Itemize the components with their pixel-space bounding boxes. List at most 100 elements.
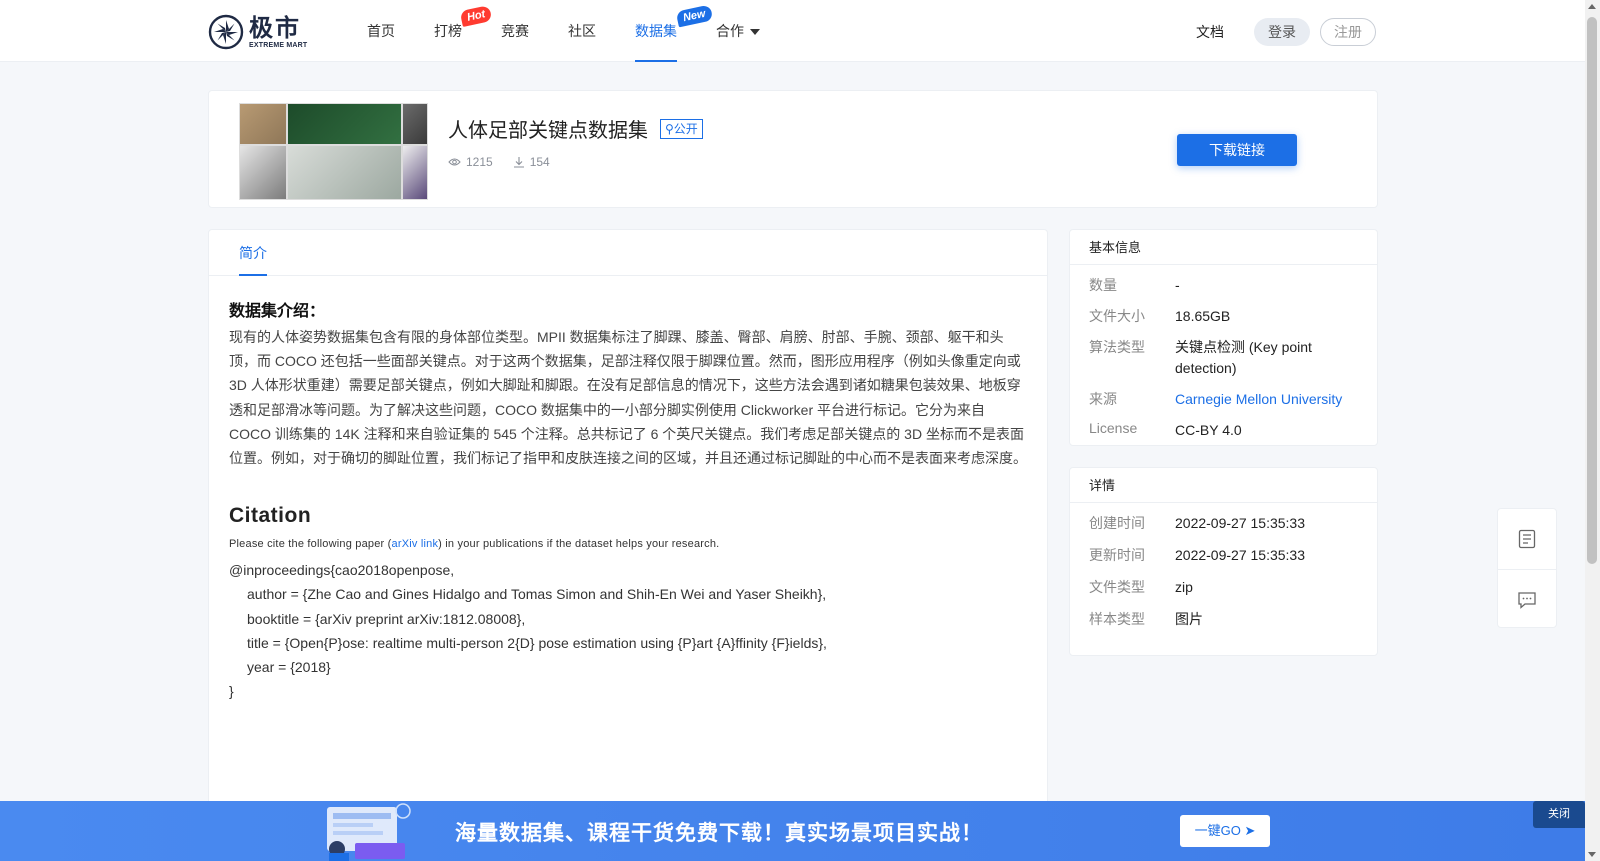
banner-text: 海量数据集、课程干货免费下载！真实场景项目实战！ [455,822,983,845]
chevron-down-icon [750,29,760,36]
thumbnail-tile [287,145,402,200]
promo-banner: 海量数据集、课程干货免费下载！真实场景项目实战！ 一键GO ➤ 关闭 [0,801,1585,861]
arrow-circle-icon: ➤ [1244,823,1256,838]
dataset-stats: 1215 154 [448,155,570,169]
info-row: 文件类型 zip [1089,577,1377,598]
nav-community-label: 社区 [568,23,596,39]
basic-info-card: 基本信息 数量 - 文件大小 18.65GB 算法类型 关键点检测 (Key p… [1069,229,1378,446]
nav-datasets-label: 数据集 [635,23,677,39]
eye-icon [448,158,461,166]
comment-icon [1518,591,1536,609]
bibtex-line: author = {Zhe Cao and Gines Hidalgo and … [247,586,827,603]
nav-community[interactable]: 社区 [568,0,596,62]
nav-leaderboard-label: 打榜 [434,23,462,39]
page-scrollbar[interactable] [1585,0,1600,861]
bibtex-block: @inproceedings{cao2018openpose, author =… [229,558,1027,703]
nav-home[interactable]: 首页 [367,0,395,62]
bibtex-line: year = {2018} [247,659,331,676]
info-key: 数量 [1089,277,1117,293]
info-key: 算法类型 [1089,339,1145,355]
source-link[interactable]: Carnegie Mellon University [1175,391,1342,407]
info-key: License [1089,420,1138,436]
info-row: 样本类型 图片 [1089,609,1377,630]
logo-mark-icon [208,14,244,50]
thumbnail-tile [287,103,402,145]
logo[interactable]: 极市 EXTREME MART [207,13,307,51]
nav-home-label: 首页 [367,23,395,39]
views-count: 1215 [466,155,493,169]
nav-cooperation[interactable]: 合作 [716,0,760,62]
dataset-summary-card: 人体足部关键点数据集 ⚲公开 1215 154 下载链接 [208,90,1378,208]
scroll-down-icon[interactable] [1588,852,1596,857]
info-row: 数量 - [1089,275,1377,296]
banner-close-button[interactable]: 关闭 [1533,801,1585,828]
citation-suffix: ) in your publications if the dataset he… [438,538,720,551]
info-value: 2022-09-27 15:35:33 [1175,547,1305,563]
download-link-button[interactable]: 下载链接 [1177,134,1297,166]
arxiv-link[interactable]: arXiv link [392,538,439,550]
dataset-thumbnail [239,103,428,200]
main-nav: 首页 打榜 Hot 竞赛 社区 数据集 New 合作 [367,0,799,62]
info-value: 图片 [1175,611,1203,627]
tab-bar: 简介 [209,230,1047,276]
info-row: 更新时间 2022-09-27 15:35:33 [1089,545,1377,566]
logo-text: 极市 [249,14,301,42]
citation-heading: Citation [229,504,312,528]
info-row: License CC-BY 4.0 [1089,420,1377,441]
lock-icon: ⚲ [665,121,674,136]
citation-note: Please cite the following paper (arXiv l… [229,538,1027,550]
nav-leaderboard[interactable]: 打榜 Hot [434,0,493,62]
visibility-label: 公开 [673,121,698,136]
info-value: 关键点检测 (Key point detection) [1175,339,1312,376]
dataset-title-row: 人体足部关键点数据集 ⚲公开 [448,114,703,143]
info-key: 创建时间 [1089,515,1145,531]
banner-go-button[interactable]: 一键GO ➤ [1180,815,1270,847]
download-icon [513,157,524,168]
dataset-title: 人体足部关键点数据集 [448,120,648,142]
docs-link[interactable]: 文档 [1196,22,1224,42]
details-card: 详情 创建时间 2022-09-27 15:35:33 更新时间 2022-09… [1069,467,1378,656]
document-button[interactable] [1498,509,1556,569]
downloads-stat: 154 [513,155,550,169]
info-key: 来源 [1089,391,1117,407]
logo-subtext: EXTREME MART [249,41,308,49]
info-key: 文件大小 [1089,308,1145,324]
details-title: 详情 [1070,468,1377,503]
thumbnail-tile [239,103,287,145]
hot-badge: Hot [459,5,493,27]
banner-illustration-icon [327,803,411,861]
thumbnail-tile [402,145,428,200]
citation-prefix: Please cite the following paper ( [229,538,392,551]
register-button[interactable]: 注册 [1320,18,1376,46]
bibtex-line: @inproceedings{cao2018openpose, [229,562,455,579]
info-key: 样本类型 [1089,611,1145,627]
bibtex-line: booktitle = {arXiv preprint arXiv:1812.0… [247,610,526,627]
info-key: 文件类型 [1089,579,1145,595]
downloads-count: 154 [529,155,550,169]
info-row: 创建时间 2022-09-27 15:35:33 [1089,513,1377,534]
scroll-thumb[interactable] [1587,17,1597,564]
intro-content: 数据集介绍： 现有的人体姿势数据集包含有限的身体部位类型。MPII 数据集标注了… [209,276,1047,703]
intro-text: 现有的人体姿势数据集包含有限的身体部位类型。MPII 数据集标注了脚踝、膝盖、臀… [229,329,1027,467]
bibtex-line: title = {Open{P}ose: realtime multi-pers… [247,634,827,651]
header-actions: 文档 登录 注册 [1196,18,1376,46]
info-row: 来源 Carnegie Mellon University [1089,389,1377,410]
views-stat: 1215 [448,155,493,169]
info-value: zip [1175,579,1193,595]
nav-datasets[interactable]: 数据集 New [635,0,713,62]
nav-cooperation-label: 合作 [716,23,744,39]
scroll-up-icon[interactable] [1588,4,1596,9]
login-button[interactable]: 登录 [1254,18,1310,46]
info-value: 18.65GB [1175,308,1231,324]
intro-heading: 数据集介绍： [229,303,326,320]
intro-card: 简介 数据集介绍： 现有的人体姿势数据集包含有限的身体部位类型。MPII 数据集… [208,229,1048,861]
basic-info-title: 基本信息 [1070,230,1377,265]
nav-competition[interactable]: 竞赛 [501,0,529,62]
tab-intro[interactable]: 简介 [239,230,267,276]
info-row: 算法类型 关键点检测 (Key point detection) [1089,337,1377,379]
side-toolbar [1497,508,1557,628]
comment-button[interactable] [1498,569,1556,629]
thumbnail-tile [239,145,287,200]
visibility-tag: ⚲公开 [660,118,703,139]
info-key: 更新时间 [1089,547,1145,563]
